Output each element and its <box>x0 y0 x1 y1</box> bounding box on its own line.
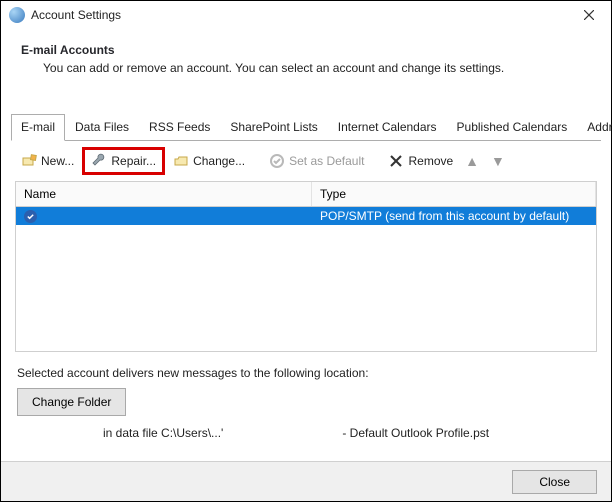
open-folder-icon <box>173 153 189 169</box>
close-icon <box>584 10 594 20</box>
header-title: E-mail Accounts <box>21 43 591 57</box>
new-icon <box>21 153 37 169</box>
new-button[interactable]: New... <box>17 151 78 171</box>
close-button[interactable] <box>567 2 611 29</box>
account-type: POP/SMTP (send from this account by defa… <box>312 209 596 223</box>
default-check-icon <box>24 210 37 223</box>
delivery-note: Selected account delivers new messages t… <box>17 366 595 380</box>
app-icon <box>9 7 25 23</box>
tab-sharepoint-lists[interactable]: SharePoint Lists <box>220 114 327 141</box>
delivery-path: in data file C:\Users\...' - Default Out… <box>17 420 595 440</box>
set-default-label: Set as Default <box>289 154 364 168</box>
arrow-up-icon: ▲ <box>465 154 479 168</box>
check-circle-icon <box>269 153 285 169</box>
path-prefix: in data file C:\Users\...' <box>103 426 339 440</box>
set-default-button: Set as Default <box>265 151 368 171</box>
tab-published-calendars[interactable]: Published Calendars <box>447 114 578 141</box>
wrench-icon <box>91 153 107 169</box>
move-down-button: ▼ <box>487 152 509 170</box>
column-name[interactable]: Name <box>16 182 312 206</box>
bottom-bar: Close <box>1 461 611 501</box>
new-label: New... <box>41 154 74 168</box>
repair-button[interactable]: Repair... <box>87 151 160 171</box>
tab-email[interactable]: E-mail <box>11 114 65 141</box>
remove-label: Remove <box>408 154 453 168</box>
tabstrip: E-mail Data Files RSS Feeds SharePoint L… <box>11 113 601 141</box>
dialog-close-button[interactable]: Close <box>512 470 597 494</box>
window-title: Account Settings <box>31 8 567 22</box>
tab-data-files[interactable]: Data Files <box>65 114 139 141</box>
account-name-cell <box>16 210 312 223</box>
tab-rss-feeds[interactable]: RSS Feeds <box>139 114 220 141</box>
footer: Selected account delivers new messages t… <box>1 352 611 440</box>
remove-icon <box>388 153 404 169</box>
change-label: Change... <box>193 154 245 168</box>
change-folder-button[interactable]: Change Folder <box>17 388 126 416</box>
header-subtitle: You can add or remove an account. You ca… <box>21 57 591 75</box>
tab-address-books[interactable]: Address Books <box>577 114 612 141</box>
account-list[interactable]: POP/SMTP (send from this account by defa… <box>15 206 597 352</box>
titlebar: Account Settings <box>1 1 611 29</box>
repair-highlight: Repair... <box>82 147 165 175</box>
tabs-container: E-mail Data Files RSS Feeds SharePoint L… <box>1 113 611 141</box>
toolbar: New... Repair... Change... Set as Defaul… <box>1 141 611 181</box>
dialog-header: E-mail Accounts You can add or remove an… <box>1 29 611 85</box>
remove-button[interactable]: Remove <box>384 151 457 171</box>
move-up-button: ▲ <box>461 152 483 170</box>
tab-internet-calendars[interactable]: Internet Calendars <box>328 114 447 141</box>
column-type[interactable]: Type <box>312 182 596 206</box>
list-header: Name Type <box>15 181 597 206</box>
list-item[interactable]: POP/SMTP (send from this account by defa… <box>16 207 596 225</box>
arrow-down-icon: ▼ <box>491 154 505 168</box>
repair-label: Repair... <box>111 154 156 168</box>
change-button[interactable]: Change... <box>169 151 249 171</box>
path-suffix: - Default Outlook Profile.pst <box>342 426 489 440</box>
